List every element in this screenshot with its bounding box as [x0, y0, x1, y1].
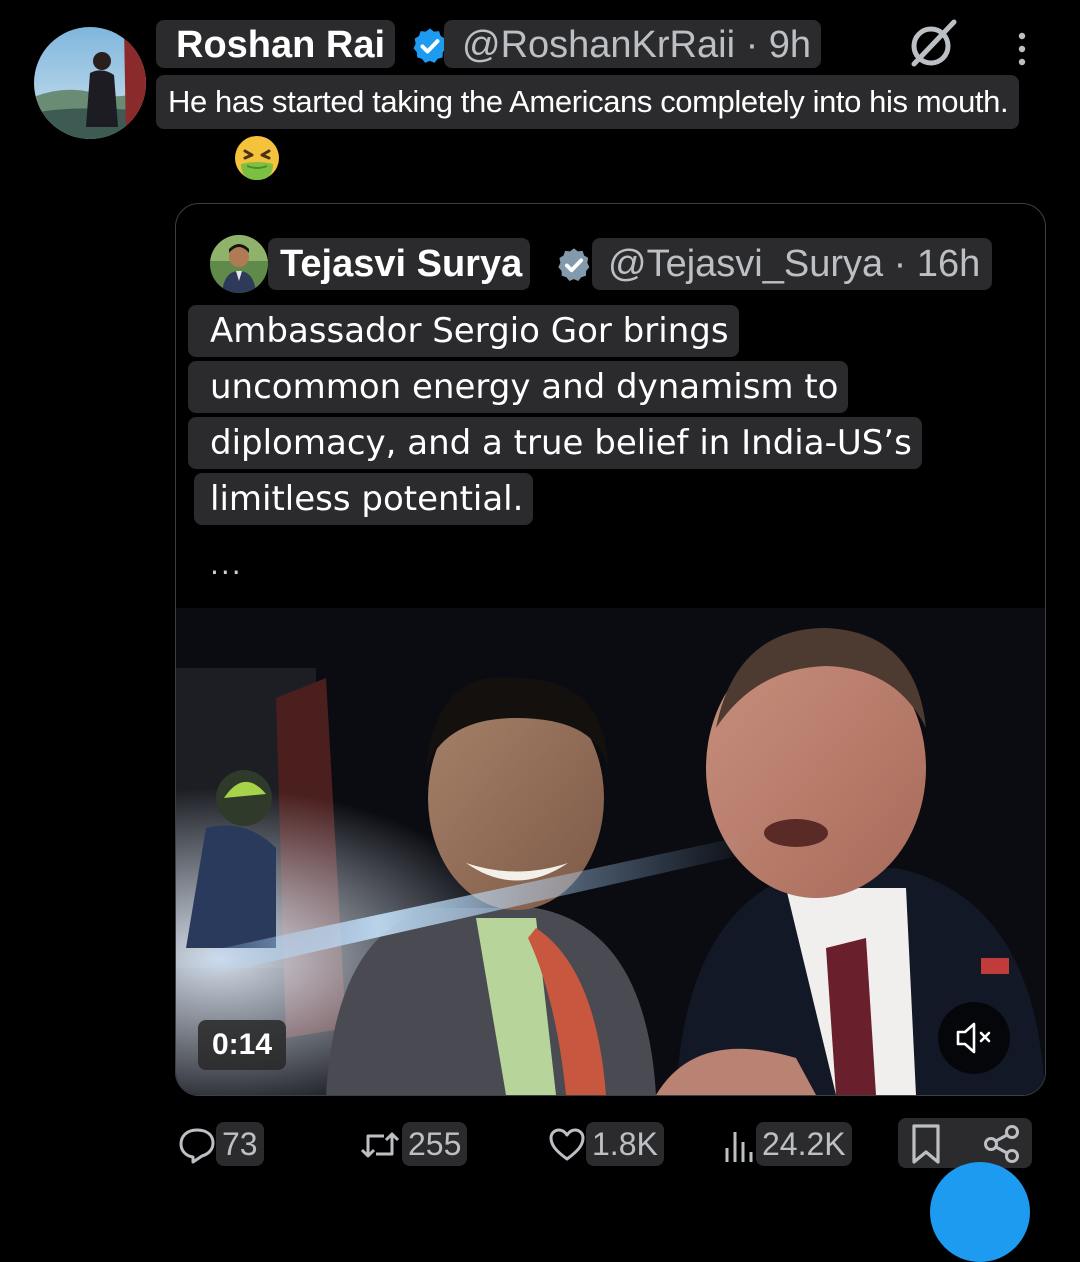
like-button[interactable]: 1.8K — [548, 1122, 668, 1166]
grok-icon[interactable] — [904, 18, 960, 70]
video-frame — [176, 608, 1045, 1095]
bookmark-share-group — [898, 1118, 1032, 1168]
mute-toggle-button[interactable] — [938, 1002, 1010, 1074]
author-avatar[interactable] — [34, 27, 146, 139]
bookmark-icon[interactable] — [908, 1122, 944, 1166]
repost-button[interactable]: 255 — [358, 1122, 480, 1166]
quoted-author-avatar[interactable] — [210, 235, 268, 293]
video-duration-badge: 0:14 — [198, 1020, 287, 1070]
quoted-author-name[interactable]: Tejasvi Surya — [268, 238, 531, 290]
reply-icon — [179, 1128, 215, 1164]
author-handle-time[interactable]: @RoshanKrRaii · 9h — [444, 20, 822, 68]
share-icon[interactable] — [982, 1124, 1022, 1164]
video-player[interactable]: 0:14 — [176, 608, 1045, 1095]
compose-button[interactable] — [930, 1162, 1030, 1262]
author-name[interactable]: Roshan Rai — [156, 20, 396, 68]
analytics-icon — [725, 1132, 753, 1162]
quoted-author-handle-time[interactable]: @Tejasvi_Surya · 16h — [592, 238, 993, 290]
heart-icon — [549, 1128, 585, 1161]
verified-badge-icon — [558, 248, 590, 281]
text-truncation-ellipsis: ... — [210, 548, 243, 581]
post-text: He has started taking the Americans comp… — [156, 75, 1020, 129]
view-count: 24.2K — [756, 1122, 852, 1166]
quoted-text-line: Ambassador Sergio Gor brings — [188, 305, 739, 357]
like-count: 1.8K — [586, 1122, 664, 1166]
nauseated-face-icon — [235, 136, 279, 180]
repost-icon — [360, 1132, 400, 1158]
quoted-text-line: uncommon energy and dynamism to — [188, 361, 849, 413]
quoted-text-line: limitless potential. — [194, 473, 534, 525]
speaker-muted-icon — [956, 1022, 991, 1054]
quoted-post-card[interactable]: Tejasvi Surya @Tejasvi_Surya · 16h Ambas… — [175, 203, 1046, 1096]
repost-count: 255 — [402, 1122, 468, 1166]
quoted-text-line: diplomacy, and a true belief in India-US… — [188, 417, 922, 469]
reply-button[interactable]: 73 — [178, 1122, 278, 1166]
views-button[interactable]: 24.2K — [722, 1122, 872, 1166]
reply-count: 73 — [216, 1122, 264, 1166]
more-options-icon[interactable] — [1012, 32, 1032, 72]
